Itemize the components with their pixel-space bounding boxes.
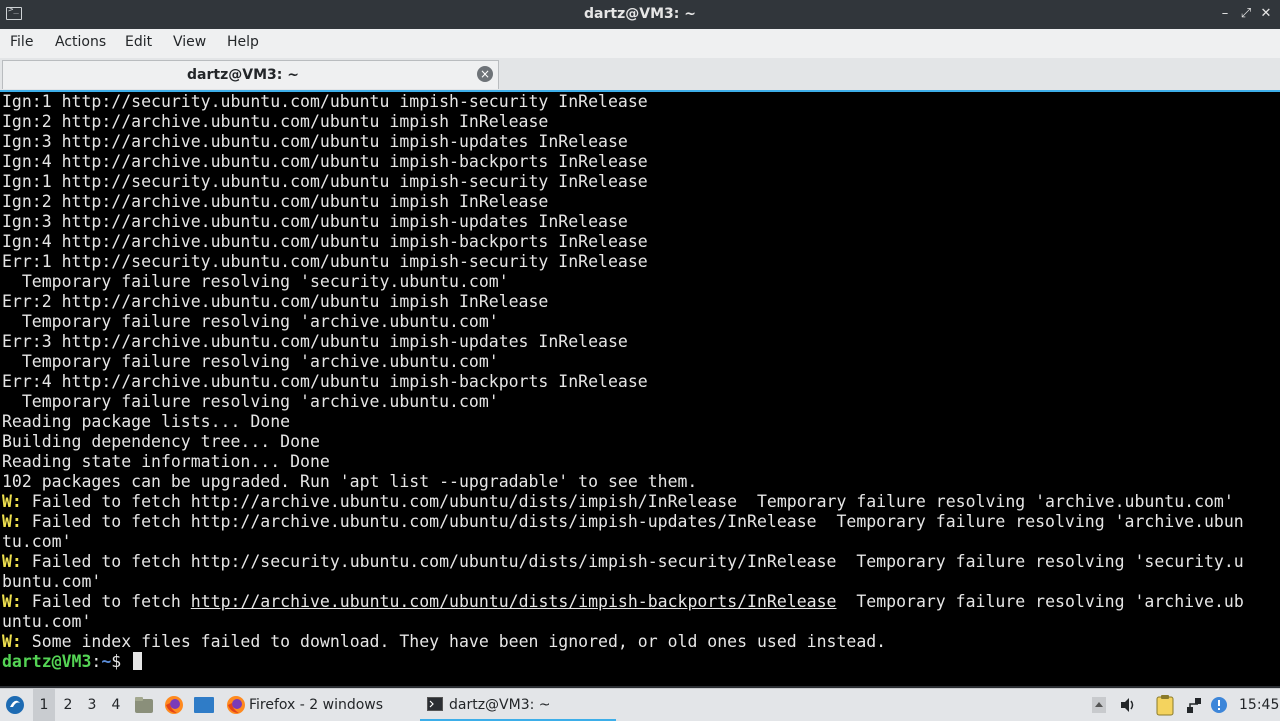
clipboard-icon[interactable] xyxy=(1155,694,1175,716)
warning-continuation: buntu.com' xyxy=(2,572,102,591)
volume-icon[interactable] xyxy=(1119,696,1137,714)
taskbar: 1 2 3 4 Firefox - 2 windows dartz@VM3: ~ xyxy=(0,688,1280,721)
warning-prefix: W: xyxy=(2,552,22,571)
terminal-line: Temporary failure resolving 'archive.ubu… xyxy=(2,392,499,411)
warning-text: Failed to fetch http://archive.ubuntu.co… xyxy=(21,512,1244,531)
text-cursor xyxy=(133,652,143,670)
terminal-line: Err:1 http://security.ubuntu.com/ubuntu … xyxy=(2,252,648,271)
menu-file[interactable]: File xyxy=(10,34,33,50)
tab-label: dartz@VM3: ~ xyxy=(187,67,299,83)
task-label: Firefox - 2 windows xyxy=(249,697,384,713)
terminal-line: Ign:4 http://archive.ubuntu.com/ubuntu i… xyxy=(2,152,648,171)
shell-prompt[interactable]: dartz@VM3:~$ xyxy=(2,652,143,672)
terminal-line: Ign:3 http://archive.ubuntu.com/ubuntu i… xyxy=(2,132,628,151)
clock[interactable]: 15:45 xyxy=(1239,689,1279,721)
warning-text: Failed to fetch http://security.ubuntu.c… xyxy=(21,552,1244,571)
terminal-line: Reading state information... Done xyxy=(2,452,330,471)
warning-text: Some index files failed to download. The… xyxy=(21,632,887,651)
network-icon[interactable] xyxy=(1185,696,1203,714)
terminal-line: Ign:1 http://security.ubuntu.com/ubuntu … xyxy=(2,92,648,111)
tab-bar: dartz@VM3: ~ × xyxy=(0,58,1280,90)
warning-text: Failed to fetch http://archive.ubuntu.co… xyxy=(21,492,1234,511)
warning-prefix: W: xyxy=(2,592,22,611)
show-desktop-icon[interactable] xyxy=(193,696,215,714)
menu-help[interactable]: Help xyxy=(227,34,259,50)
desktop-3[interactable]: 3 xyxy=(81,689,103,721)
terminal-output[interactable]: Ign:1 http://security.ubuntu.com/ubuntu … xyxy=(0,90,1280,686)
minimize-button[interactable]: – xyxy=(1215,4,1235,24)
task-terminal[interactable]: dartz@VM3: ~ xyxy=(420,689,616,721)
prompt-user: dartz@VM3 xyxy=(2,652,92,671)
prompt-path: ~ xyxy=(101,652,112,671)
desktop-2[interactable]: 2 xyxy=(57,689,79,721)
menu-actions[interactable]: Actions xyxy=(55,34,106,50)
tray-up-arrow-icon[interactable] xyxy=(1091,696,1107,714)
terminal-line: Err:2 http://archive.ubuntu.com/ubuntu i… xyxy=(2,292,549,311)
terminal-line: Building dependency tree... Done xyxy=(2,432,320,451)
warning-prefix: W: xyxy=(2,492,22,511)
firefox-icon xyxy=(227,696,245,714)
menu-bar: File Actions Edit View Help xyxy=(0,29,1280,59)
desktop-1[interactable]: 1 xyxy=(33,689,55,721)
prompt-separator: : xyxy=(91,652,102,671)
file-manager-icon[interactable] xyxy=(134,696,154,714)
terminal-line: Temporary failure resolving 'security.ub… xyxy=(2,272,509,291)
warning-line: W: Failed to fetch http://archive.ubuntu… xyxy=(2,492,1234,512)
warning-continuation: tu.com' xyxy=(2,532,72,551)
task-label: dartz@VM3: ~ xyxy=(449,697,551,713)
firefox-icon[interactable] xyxy=(164,695,184,715)
menu-edit[interactable]: Edit xyxy=(125,34,152,50)
terminal-line: Ign:3 http://archive.ubuntu.com/ubuntu i… xyxy=(2,212,628,231)
desktop-4[interactable]: 4 xyxy=(105,689,127,721)
warning-text: Failed to fetch xyxy=(21,592,191,611)
terminal-line: Ign:4 http://archive.ubuntu.com/ubuntu i… xyxy=(2,232,648,251)
warning-line: W: Failed to fetch http://archive.ubuntu… xyxy=(2,592,1244,612)
window-title: dartz@VM3: ~ xyxy=(584,6,696,22)
warning-link[interactable]: http://archive.ubuntu.com/ubuntu/dists/i… xyxy=(191,592,837,611)
terminal-line: Err:3 http://archive.ubuntu.com/ubuntu i… xyxy=(2,332,628,351)
update-notifier-icon[interactable] xyxy=(1210,696,1228,714)
maximize-button[interactable]: ⤢ xyxy=(1236,4,1256,24)
terminal-line: Temporary failure resolving 'archive.ubu… xyxy=(2,352,499,371)
close-window-button[interactable]: ✕ xyxy=(1256,4,1276,24)
warning-text: Temporary failure resolving 'archive.ub xyxy=(836,592,1244,611)
menu-view[interactable]: View xyxy=(173,34,206,50)
terminal-line: Ign:2 http://archive.ubuntu.com/ubuntu i… xyxy=(2,192,549,211)
warning-prefix: W: xyxy=(2,632,22,651)
terminal-line: Ign:2 http://archive.ubuntu.com/ubuntu i… xyxy=(2,112,549,131)
prompt-symbol: $ xyxy=(111,652,132,671)
terminal-line: Err:4 http://archive.ubuntu.com/ubuntu i… xyxy=(2,372,648,391)
warning-line: W: Some index files failed to download. … xyxy=(2,632,886,652)
terminal-line: Reading package lists... Done xyxy=(2,412,291,431)
terminal-icon xyxy=(427,697,443,711)
lubuntu-menu-icon[interactable] xyxy=(5,695,25,715)
terminal-line: 102 packages can be upgraded. Run 'apt l… xyxy=(2,472,698,491)
task-firefox[interactable]: Firefox - 2 windows xyxy=(222,689,404,721)
window-titlebar: dartz@VM3: ~ – ⤢ ✕ xyxy=(0,0,1280,29)
terminal-line: Temporary failure resolving 'archive.ubu… xyxy=(2,312,499,331)
warning-line: W: Failed to fetch http://security.ubunt… xyxy=(2,552,1244,572)
tab-terminal[interactable]: dartz@VM3: ~ × xyxy=(2,60,499,89)
warning-prefix: W: xyxy=(2,512,22,531)
warning-line: W: Failed to fetch http://archive.ubuntu… xyxy=(2,512,1244,532)
close-tab-icon[interactable]: × xyxy=(477,66,493,82)
terminal-line: Ign:1 http://security.ubuntu.com/ubuntu … xyxy=(2,172,648,191)
warning-continuation: untu.com' xyxy=(2,612,92,631)
